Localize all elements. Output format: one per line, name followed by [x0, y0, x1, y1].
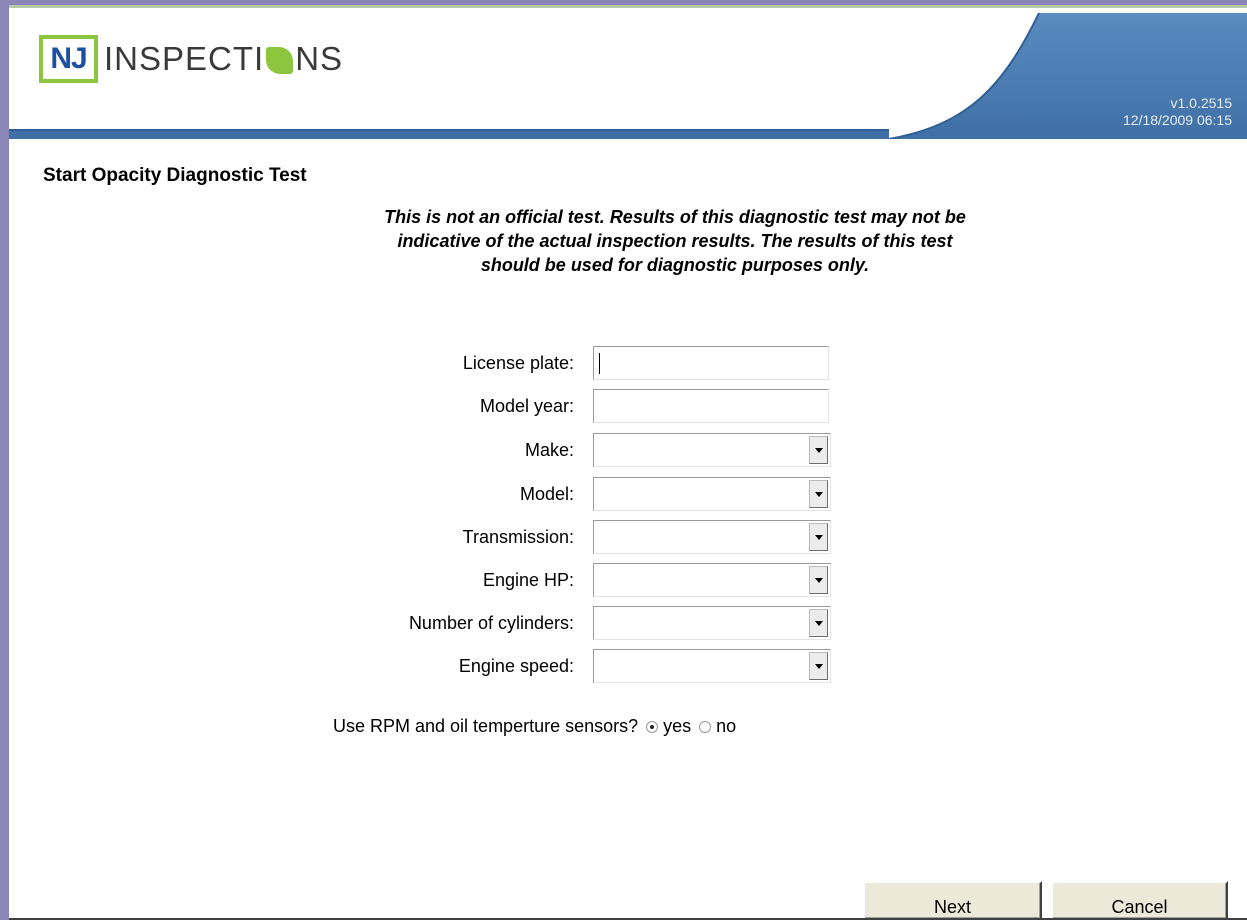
engine-speed-dropdown-button[interactable] — [809, 652, 828, 680]
chevron-down-icon — [814, 663, 823, 669]
logo-wordmark: INSPECTI NS — [104, 40, 343, 78]
model-year-input[interactable] — [593, 389, 829, 423]
engine-speed-row: Engine speed: — [200, 649, 900, 683]
license-plate-label: License plate: — [462, 353, 574, 373]
app-header: NJ INSPECTI NS v1.0.2515 12/18/2009 06:1… — [9, 5, 1247, 139]
notice-line-3: should be used for diagnostic purposes o… — [480, 255, 870, 275]
sensors-no-label[interactable]: no — [716, 716, 736, 737]
engine-speed-select[interactable] — [593, 649, 831, 683]
nj-inspections-logo: NJ INSPECTI NS — [39, 35, 343, 83]
engine-speed-label: Engine speed: — [458, 656, 574, 676]
cancel-button[interactable]: Cancel — [1051, 881, 1228, 920]
make-select[interactable] — [593, 433, 831, 467]
engine-hp-row: Engine HP: — [200, 563, 900, 597]
num-cylinders-row: Number of cylinders: — [200, 606, 900, 640]
make-label: Make: — [524, 440, 574, 460]
model-year-label: Model year: — [479, 396, 574, 416]
sensors-yes-label[interactable]: yes — [663, 716, 691, 737]
license-plate-row: License plate: — [200, 346, 900, 380]
model-label: Model: — [519, 484, 574, 504]
notice-line-1: This is not an official test. Results of… — [384, 207, 966, 227]
num-cylinders-dropdown-button[interactable] — [809, 609, 828, 637]
disclaimer-notice: This is not an official test. Results of… — [250, 205, 1100, 277]
engine-hp-dropdown-button[interactable] — [809, 566, 828, 594]
make-row: Make: — [200, 433, 900, 467]
window-frame-left — [0, 0, 9, 920]
version-info: v1.0.2515 12/18/2009 06:15 — [1123, 95, 1232, 129]
transmission-select[interactable] — [593, 520, 831, 554]
model-year-row: Model year: — [200, 389, 900, 423]
model-select[interactable] — [593, 477, 831, 511]
chevron-down-icon — [814, 620, 823, 626]
num-cylinders-select[interactable] — [593, 606, 831, 640]
chevron-down-icon — [814, 447, 823, 453]
sensors-question: Use RPM and oil temperture sensors? — [333, 716, 639, 736]
engine-hp-label: Engine HP: — [482, 570, 574, 590]
transmission-label: Transmission: — [462, 527, 574, 547]
logo-nj-box: NJ — [39, 35, 98, 83]
leaf-icon — [266, 46, 294, 74]
notice-line-2: indicative of the actual inspection resu… — [397, 231, 953, 251]
model-row: Model: — [200, 477, 900, 511]
chevron-down-icon — [814, 577, 823, 583]
text-cursor — [599, 353, 600, 374]
version-number: v1.0.2515 — [1170, 95, 1233, 111]
chevron-down-icon — [814, 491, 823, 497]
logo-text-left: INSPECTI — [104, 40, 265, 77]
sensors-yes-radio[interactable] — [646, 720, 659, 733]
make-dropdown-button[interactable] — [809, 436, 828, 464]
sensors-radio-group: Use RPM and oil temperture sensors? yes … — [333, 716, 736, 737]
num-cylinders-label: Number of cylinders: — [408, 613, 574, 633]
transmission-row: Transmission: — [200, 520, 900, 554]
datetime-stamp: 12/18/2009 06:15 — [1123, 112, 1232, 128]
chevron-down-icon — [814, 534, 823, 540]
license-plate-input[interactable] — [593, 346, 829, 380]
sensors-no-radio[interactable] — [699, 720, 712, 733]
transmission-dropdown-button[interactable] — [809, 523, 828, 551]
next-button[interactable]: Next — [863, 881, 1042, 920]
page-title: Start Opacity Diagnostic Test — [43, 165, 307, 186]
logo-text-right: NS — [295, 40, 344, 77]
model-dropdown-button[interactable] — [809, 480, 828, 508]
engine-hp-select[interactable] — [593, 563, 831, 597]
